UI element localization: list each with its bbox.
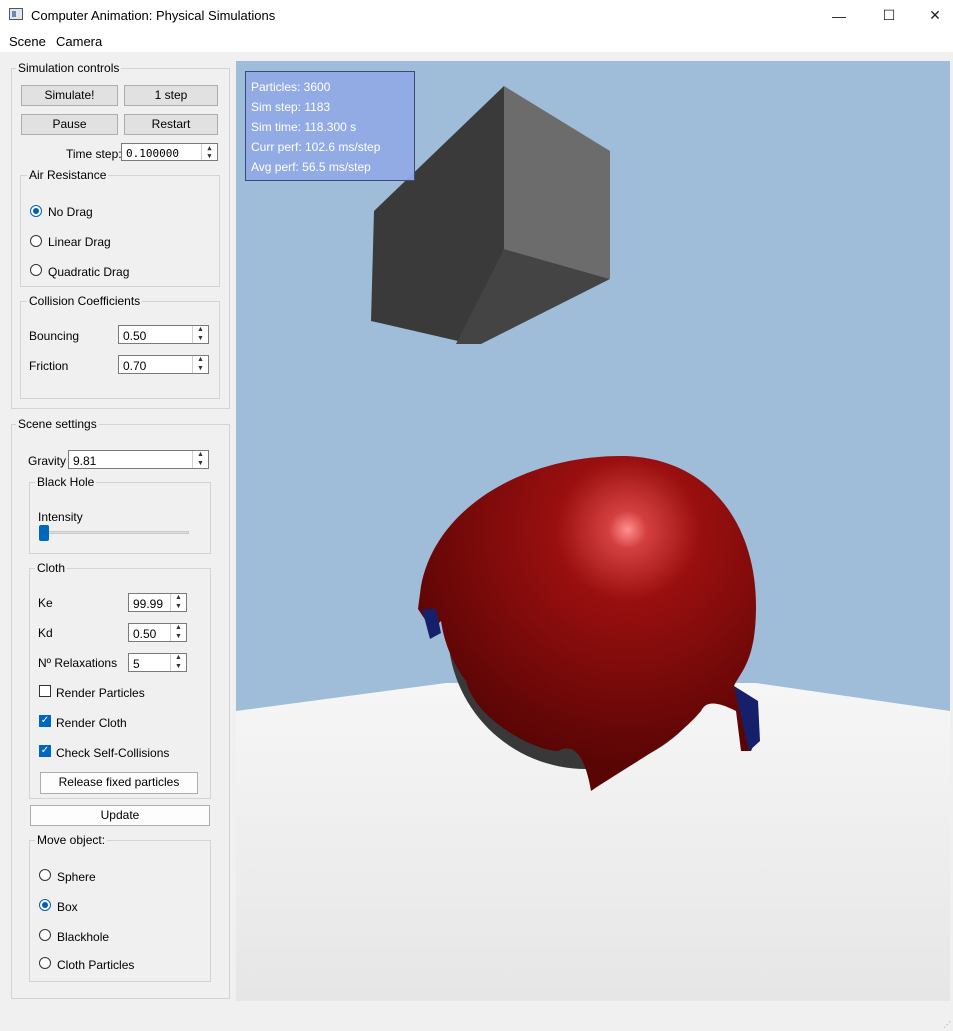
black-hole-title: Black Hole: [35, 475, 97, 489]
radio-cloth-particles[interactable]: [39, 957, 51, 969]
spin-up-icon[interactable]: ▲: [171, 624, 186, 633]
spin-down-icon[interactable]: ▼: [193, 365, 208, 374]
radio-box[interactable]: [39, 899, 51, 911]
collision-coefficients-group: [20, 301, 220, 399]
spin-down-icon[interactable]: ▼: [171, 663, 186, 672]
relaxations-value: 5: [133, 657, 140, 671]
minimize-button[interactable]: —: [816, 0, 862, 31]
bouncing-spinbox[interactable]: 0.50 ▲ ▼: [118, 325, 209, 344]
menu-scene[interactable]: Scene: [9, 34, 46, 49]
ke-value: 99.99: [133, 597, 164, 611]
blackhole-label: Blackhole: [57, 930, 110, 944]
spin-up-icon[interactable]: ▲: [171, 654, 186, 663]
intensity-slider-track[interactable]: [39, 531, 189, 534]
cloth-title: Cloth: [35, 561, 68, 575]
kd-spinbox[interactable]: 0.50 ▲ ▼: [128, 623, 187, 642]
simulation-controls-title: Simulation controls: [16, 61, 122, 75]
friction-spinbox[interactable]: 0.70 ▲ ▼: [118, 355, 209, 374]
maximize-icon: ☐: [882, 7, 896, 23]
close-button[interactable]: ✕: [912, 0, 953, 31]
render-particles-checkbox[interactable]: [39, 685, 51, 697]
render-particles-label: Render Particles: [56, 686, 145, 700]
kd-label: Kd: [38, 626, 53, 640]
menu-bar: Scene Camera: [0, 31, 953, 52]
self-collisions-checkbox[interactable]: ✓: [39, 745, 51, 757]
radio-quadratic-drag[interactable]: [30, 264, 42, 276]
self-collisions-label: Check Self-Collisions: [56, 746, 170, 760]
close-icon: ✕: [929, 7, 941, 23]
radio-no-drag[interactable]: [30, 205, 42, 217]
move-object-title: Move object:: [35, 833, 108, 847]
spin-down-icon[interactable]: ▼: [193, 460, 208, 469]
ke-label: Ke: [38, 596, 53, 610]
ke-spinbox[interactable]: 99.99 ▲ ▼: [128, 593, 187, 612]
menu-camera[interactable]: Camera: [56, 34, 102, 49]
no-drag-label: No Drag: [48, 205, 93, 219]
scene-settings-title: Scene settings: [16, 417, 99, 431]
stats-overlay: Particles: 3600 Sim step: 1183 Sim time:…: [245, 71, 415, 181]
pause-button[interactable]: Pause: [21, 114, 118, 135]
spin-down-icon[interactable]: ▼: [171, 633, 186, 642]
curr-perf-stat: Curr perf: 102.6 ms/step: [251, 140, 381, 154]
scene-render: [236, 61, 950, 1001]
update-button[interactable]: Update: [30, 805, 210, 826]
simulate-button[interactable]: Simulate!: [21, 85, 118, 106]
timestep-spinbox[interactable]: 0.100000 ▲ ▼: [121, 143, 218, 161]
resize-grip-icon[interactable]: ⋰: [943, 1021, 951, 1029]
timestep-label: Time step:: [66, 147, 122, 161]
checkmark-icon: ✓: [40, 745, 50, 756]
render-cloth-checkbox[interactable]: ✓: [39, 715, 51, 727]
radio-sphere[interactable]: [39, 869, 51, 881]
window-title: Computer Animation: Physical Simulations: [31, 8, 276, 23]
gravity-spinbox[interactable]: 9.81 ▲ ▼: [68, 450, 209, 469]
friction-value: 0.70: [123, 359, 147, 373]
box-label: Box: [57, 900, 78, 914]
sim-step-stat: Sim step: 1183: [251, 100, 331, 114]
gravity-value: 9.81: [73, 454, 97, 468]
spin-down-icon[interactable]: ▼: [193, 335, 208, 344]
kd-value: 0.50: [133, 627, 157, 641]
intensity-slider-handle[interactable]: [39, 525, 49, 541]
spin-down-icon[interactable]: ▼: [171, 603, 186, 612]
bouncing-label: Bouncing: [29, 329, 80, 343]
linear-drag-label: Linear Drag: [48, 235, 111, 249]
radio-blackhole[interactable]: [39, 929, 51, 941]
minimize-icon: —: [832, 7, 846, 24]
intensity-label: Intensity: [38, 510, 83, 524]
spin-up-icon[interactable]: ▲: [171, 594, 186, 603]
relaxations-label: Nº Relaxations: [38, 656, 118, 670]
render-cloth-label: Render Cloth: [56, 716, 127, 730]
spin-up-icon[interactable]: ▲: [202, 144, 217, 152]
sphere-label: Sphere: [57, 870, 96, 884]
radio-linear-drag[interactable]: [30, 235, 42, 247]
relaxations-spinbox[interactable]: 5 ▲ ▼: [128, 653, 187, 672]
maximize-button[interactable]: ☐: [866, 0, 912, 31]
spin-down-icon[interactable]: ▼: [202, 152, 217, 160]
collision-coefficients-title: Collision Coefficients: [27, 294, 143, 308]
gravity-label: Gravity: [28, 454, 67, 468]
title-bar: Computer Animation: Physical Simulations…: [0, 0, 953, 31]
avg-perf-stat: Avg perf: 56.5 ms/step: [251, 160, 371, 174]
one-step-button[interactable]: 1 step: [124, 85, 218, 106]
3d-viewport[interactable]: [236, 61, 950, 1001]
spin-up-icon[interactable]: ▲: [193, 326, 208, 335]
timestep-value: 0.100000: [126, 147, 179, 160]
friction-label: Friction: [29, 359, 69, 373]
air-resistance-title: Air Resistance: [27, 168, 109, 182]
restart-button[interactable]: Restart: [124, 114, 218, 135]
spin-up-icon[interactable]: ▲: [193, 451, 208, 460]
particles-stat: Particles: 3600: [251, 80, 331, 94]
checkmark-icon: ✓: [40, 715, 50, 726]
spin-up-icon[interactable]: ▲: [193, 356, 208, 365]
sim-time-stat: Sim time: 118.300 s: [251, 120, 357, 134]
app-icon: [9, 8, 23, 20]
release-fixed-particles-button[interactable]: Release fixed particles: [40, 772, 198, 794]
quadratic-drag-label: Quadratic Drag: [48, 265, 130, 279]
bouncing-value: 0.50: [123, 329, 147, 343]
cloth-particles-label: Cloth Particles: [57, 958, 135, 972]
